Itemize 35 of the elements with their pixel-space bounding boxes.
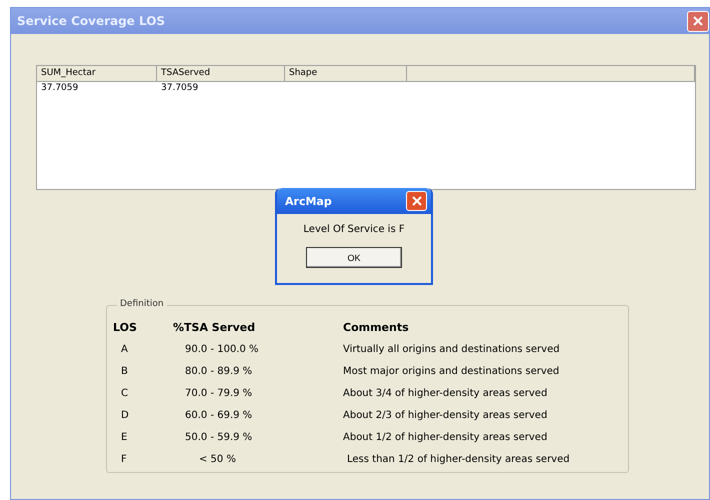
comment-text: Less than 1/2 of higher-density areas served (346, 454, 571, 464)
ok-button[interactable]: OK (306, 247, 402, 268)
los-grade: E (120, 432, 128, 442)
column-header: Comments (342, 320, 410, 334)
los-grade: C (120, 388, 129, 398)
comment-text: Most major origins and destinations served (342, 366, 560, 376)
comment-text: About 1/2 of higher-density areas served (342, 432, 548, 442)
los-grade: A (120, 344, 129, 354)
comment-text: About 2/3 of higher-density areas served (342, 410, 548, 420)
percent-range: 60.0 - 69.9 % (184, 410, 254, 420)
column-header[interactable]: SUM_Hectar (37, 66, 157, 81)
los-grade: F (120, 454, 128, 464)
close-icon (693, 16, 703, 26)
percent-range: < 50 % (198, 454, 237, 464)
window-title: Service Coverage LOS (17, 14, 166, 28)
percent-range: 50.0 - 59.9 % (184, 432, 254, 442)
comment-text: About 3/4 of higher-density areas served (342, 388, 548, 398)
column-header[interactable]: Shape (285, 66, 407, 81)
column-header: LOS (113, 320, 138, 334)
close-button[interactable] (687, 10, 709, 32)
los-grade: D (120, 410, 130, 420)
los-grade: B (120, 366, 129, 376)
comment-text: Virtually all origins and destinations served (342, 344, 561, 354)
table-cell-text: 37.7059 (160, 82, 200, 95)
percent-range: 90.0 - 100.0 % (184, 344, 260, 354)
percent-range: 70.0 - 79.9 % (184, 388, 254, 398)
dialog-title: ArcMap (285, 194, 332, 208)
close-button[interactable] (406, 191, 427, 211)
close-icon (412, 196, 422, 206)
dialog-message: Level Of Service is F (303, 224, 405, 235)
table-cell-text: 37.7059 (40, 82, 80, 95)
group-label: Definition (117, 299, 167, 309)
column-header: %TSA Served (173, 320, 256, 334)
column-header[interactable]: TSAServed (157, 66, 285, 81)
percent-range: 80.0 - 89.9 % (184, 366, 254, 376)
